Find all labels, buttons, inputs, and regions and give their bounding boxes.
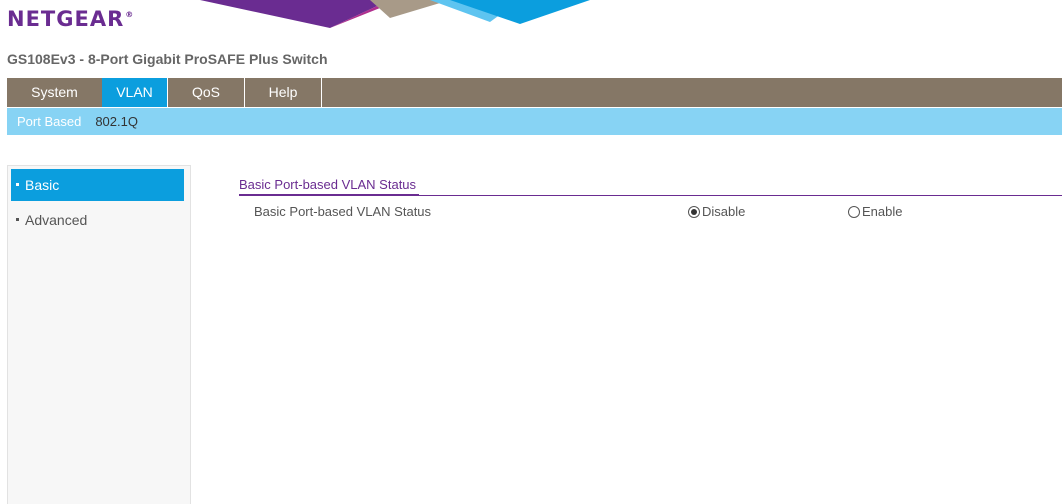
vlan-status-label: Basic Port-based VLAN Status	[254, 204, 432, 219]
header-banner-graphic	[200, 0, 590, 28]
tab-system[interactable]: System	[7, 78, 103, 107]
product-title: GS108Ev3 - 8-Port Gigabit ProSAFE Plus S…	[7, 51, 328, 67]
bullet-icon	[16, 183, 19, 186]
sub-tab-bar: Port Based 802.1Q	[7, 108, 1062, 135]
sidebar-item-basic[interactable]: Basic	[11, 169, 184, 201]
sidebar-item-label: Advanced	[25, 212, 88, 228]
sidebar-item-advanced[interactable]: Advanced	[11, 204, 184, 236]
netgear-logo: NETGEAR®	[7, 7, 135, 31]
tab-help[interactable]: Help	[245, 78, 322, 107]
tab-vlan[interactable]: VLAN	[102, 78, 168, 107]
radio-enable-label: Enable	[862, 204, 903, 219]
section-title: Basic Port-based VLAN Status	[239, 177, 417, 192]
section-divider	[239, 194, 419, 196]
sidebar: Basic Advanced	[7, 165, 191, 504]
section-divider-line	[419, 195, 1062, 196]
radio-disable-label: Disable	[702, 204, 746, 219]
radio-checked-icon[interactable]	[688, 205, 700, 218]
main-tab-bar: System VLAN QoS Help	[7, 78, 1062, 107]
radio-disable[interactable]: Disable	[688, 204, 745, 219]
sidebar-item-label: Basic	[25, 177, 60, 193]
page: NETGEAR® GS108Ev3 - 8-Port Gigabit ProSA…	[0, 0, 1062, 504]
subtab-port-based[interactable]: Port Based	[7, 108, 91, 135]
radio-enable[interactable]: Enable	[848, 204, 902, 219]
radio-unchecked-icon[interactable]	[848, 205, 860, 218]
subtab-802-1q[interactable]: 802.1Q	[91, 108, 148, 135]
header: NETGEAR® GS108Ev3 - 8-Port Gigabit ProSA…	[0, 0, 1062, 78]
bullet-icon	[16, 218, 19, 221]
tab-qos[interactable]: QoS	[168, 78, 245, 107]
